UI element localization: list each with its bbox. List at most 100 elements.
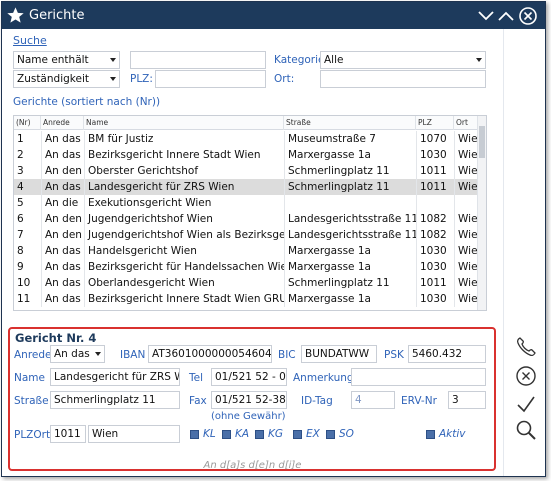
plz-filter-input[interactable] <box>155 70 266 88</box>
cell-nr: 6 <box>17 213 24 225</box>
iban-input[interactable]: AT36010000000546043 <box>148 345 272 363</box>
table-row[interactable]: 5 An die Exekutionsgericht Wien <box>14 195 478 211</box>
ort-filter-label: Ort: <box>274 73 295 85</box>
anrede-select[interactable]: An das <box>50 345 105 363</box>
table-row[interactable]: 9 An das Bezirksgericht für Handelssachen … <box>14 259 478 275</box>
aktiv-label: Aktiv <box>439 428 466 440</box>
checkmark-icon[interactable] <box>514 392 538 416</box>
cell-anrede: An das <box>41 131 84 147</box>
cell-name: Oberlandesgericht Wien <box>84 275 284 291</box>
cell-anrede: An das <box>41 291 84 307</box>
ervnr-input[interactable]: 3 <box>448 391 486 409</box>
title-bar: Gerichte <box>2 2 545 29</box>
cell-anrede: An das <box>41 259 84 275</box>
gerichte-table: (Nr) Anrede Name Straße PLZ Ort 1 An das BM für… <box>13 115 487 311</box>
detail-panel: Gericht Nr. 4 Anrede An das IBAN AT36010… <box>8 327 496 471</box>
main-content: Suche Name enthält Kategorie: Alle Zustä… <box>2 29 503 476</box>
column-header-nr[interactable]: (Nr) <box>14 116 41 130</box>
cell-nr: 4 <box>17 181 24 193</box>
cell-plz <box>416 195 454 211</box>
plz-input[interactable]: 1011 <box>50 425 86 443</box>
kg-checkbox[interactable] <box>255 430 264 439</box>
kategorie-select[interactable]: Alle <box>320 51 486 69</box>
filter1-input[interactable] <box>130 51 266 69</box>
action-sidebar <box>503 29 545 476</box>
cell-nr: 9 <box>17 261 24 273</box>
table-header: (Nr) Anrede Name Straße PLZ Ort <box>14 116 478 130</box>
anrede-label: Anrede <box>14 349 52 361</box>
table-row[interactable]: 11 An das Bezirksgericht Innere Stadt Wien… <box>14 291 478 307</box>
filter1-select[interactable]: Name enthält <box>13 51 120 69</box>
column-header-anrede[interactable]: Anrede <box>41 116 84 130</box>
cell-anrede: An den <box>41 227 84 243</box>
ort-filter-input[interactable] <box>320 70 486 88</box>
search-link[interactable]: Suche <box>13 34 47 47</box>
anmerkung-label: Anmerkung <box>293 372 354 384</box>
psk-input[interactable]: 5460.432 <box>408 345 486 363</box>
bic-input[interactable]: BUNDATWW <box>301 345 377 363</box>
filter2-select-value: Zuständigkeit <box>17 73 89 85</box>
cell-name: Landesgericht für ZRS Wien <box>84 179 284 195</box>
cell-nr: 3 <box>17 165 24 177</box>
table-row[interactable]: 10 An das Oberlandesgericht Wien Schmerling… <box>14 275 478 291</box>
chevron-down-icon <box>110 77 116 81</box>
column-header-name[interactable]: Name <box>84 116 284 130</box>
chevron-down-icon <box>110 58 116 62</box>
table-row[interactable]: 4 An das Landesgericht für ZRS Wien Schmerl… <box>14 179 478 195</box>
cell-plz: 1011 <box>416 163 454 179</box>
kl-checkbox[interactable] <box>190 430 199 439</box>
cell-name: BM für Justiz <box>84 131 284 147</box>
cell-ort: Wie <box>454 291 478 307</box>
cell-anrede: An den <box>41 163 84 179</box>
name-input[interactable]: Landesgericht für ZRS Wien <box>50 368 180 386</box>
plz-filter-label: PLZ: <box>130 73 153 85</box>
fax-note: (ohne Gewähr) <box>211 411 286 422</box>
cell-name: Bezirksgericht Innere Stadt Wien <box>84 147 284 163</box>
filter2-select[interactable]: Zuständigkeit <box>13 70 120 88</box>
so-checkbox[interactable] <box>326 430 335 439</box>
cell-nr: 2 <box>17 149 24 161</box>
cell-strasse: Museumstraße 7 <box>284 131 416 147</box>
ex-checkbox[interactable] <box>293 430 302 439</box>
so-label: SO <box>339 428 354 440</box>
cell-anrede: An die <box>41 195 84 211</box>
column-header-ort[interactable]: Ort <box>454 116 478 130</box>
phone-icon[interactable] <box>514 335 538 359</box>
ervnr-label: ERV-Nr <box>401 395 437 407</box>
table-row[interactable]: 3 An den Oberster Gerichtshof Schmerlingpla… <box>14 163 478 179</box>
gerichte-window: Gerichte Suche Name enthält Kategorie: A… <box>1 1 546 477</box>
cell-name: Bezirksgericht für Handelssachen Wien <box>84 259 284 275</box>
ort-input[interactable]: Wien <box>88 425 180 443</box>
ka-label: KA <box>235 428 250 440</box>
scrollbar-thumb[interactable] <box>479 126 485 158</box>
column-header-plz[interactable]: PLZ <box>416 116 454 130</box>
window-title: Gerichte <box>29 8 85 23</box>
table-row[interactable]: 7 An den Jugendgerichtshof Wien als Bezirk… <box>14 227 478 243</box>
search-icon[interactable] <box>514 418 538 442</box>
aktiv-checkbox[interactable] <box>426 430 435 439</box>
star-icon <box>7 7 24 23</box>
cancel-circle-icon[interactable] <box>514 364 538 388</box>
chevron-down-icon[interactable] <box>476 6 496 26</box>
chevron-up-icon[interactable] <box>496 6 516 26</box>
close-circle-icon[interactable] <box>518 6 538 26</box>
idtag-input[interactable]: 4 <box>351 391 395 409</box>
fax-label: Fax <box>189 395 207 407</box>
name-label: Name <box>14 372 45 384</box>
table-scrollbar[interactable] <box>477 116 486 310</box>
anrede-select-value: An das <box>54 348 90 360</box>
anmerkung-input[interactable] <box>351 368 486 386</box>
table-row[interactable]: 8 An das Handelsgericht Wien Marxergasse 1a… <box>14 243 478 259</box>
table-row[interactable]: 6 An den Jugendgerichtshof Wien Landesgeric… <box>14 211 478 227</box>
cell-ort: Wie <box>454 179 478 195</box>
idtag-label: ID-Tag <box>301 395 333 407</box>
table-row[interactable]: 1 An das BM für Justiz Museumstraße 7 1070 Wi… <box>14 131 478 147</box>
fax-input[interactable]: 01/521 52-3810 <box>211 391 287 409</box>
table-row[interactable]: 2 An das Bezirksgericht Innere Stadt Wien M… <box>14 147 478 163</box>
strasse-input[interactable]: Schmerlingplatz 11 <box>50 391 180 409</box>
column-header-strasse[interactable]: Straße <box>284 116 416 130</box>
ka-checkbox[interactable] <box>222 430 231 439</box>
tel-input[interactable]: 01/521 52 - 0 <box>211 368 287 386</box>
cell-plz: 1030 <box>416 259 454 275</box>
strasse-label: Straße <box>14 395 49 407</box>
